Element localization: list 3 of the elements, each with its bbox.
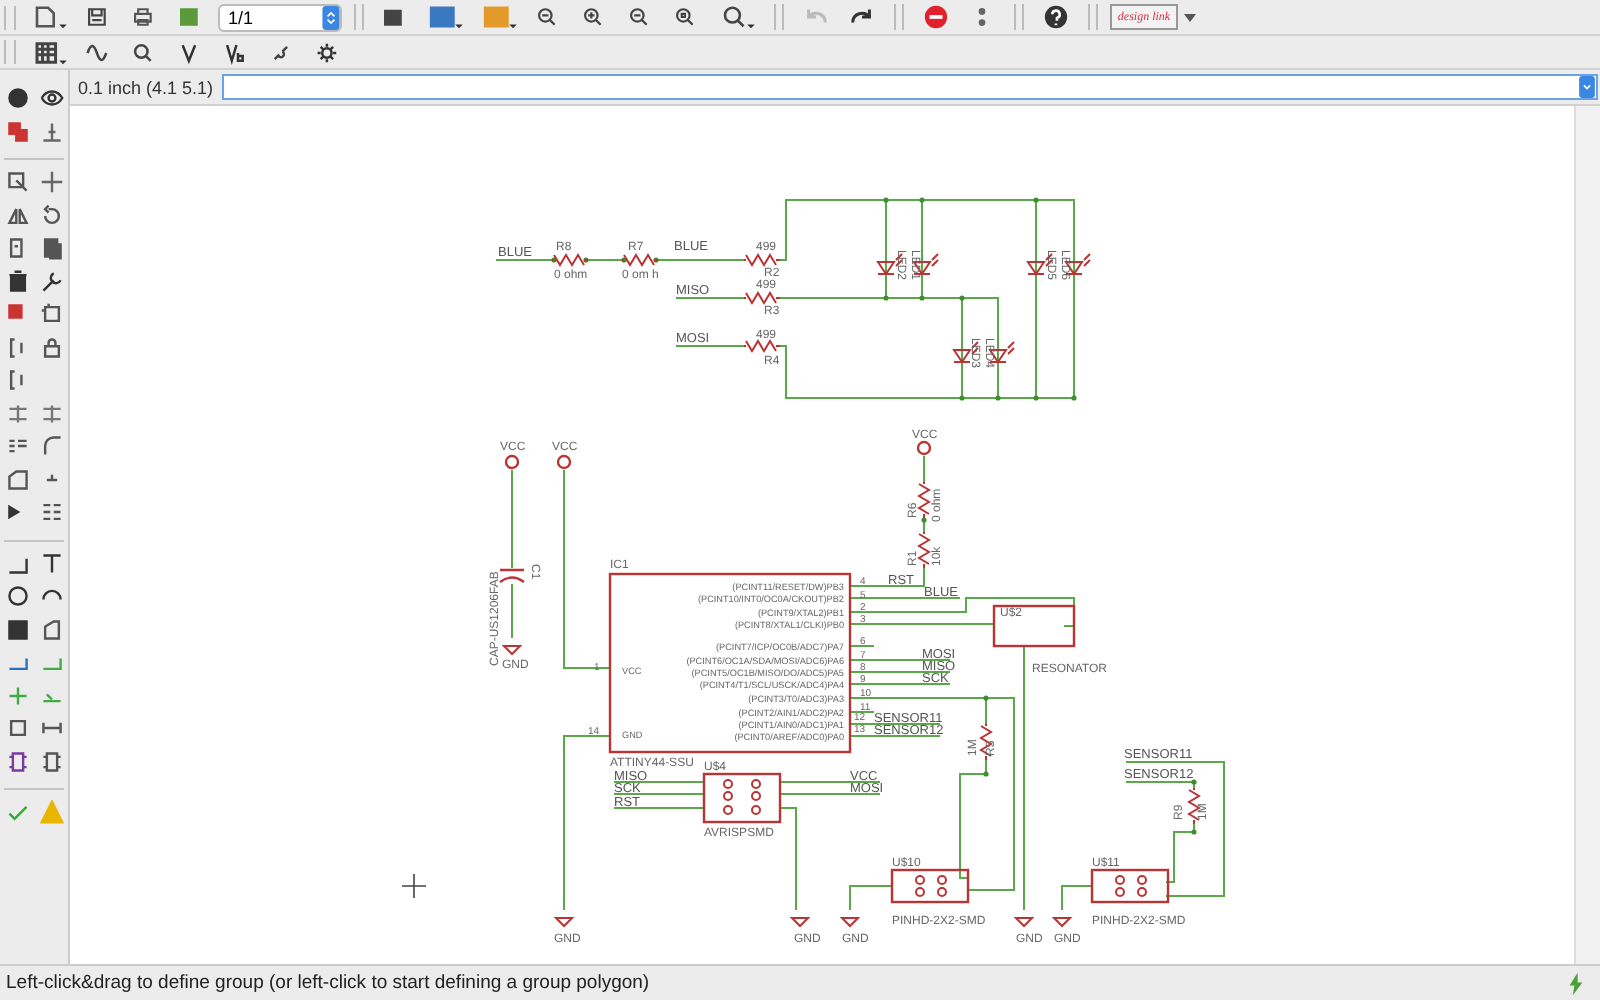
grid-readout: 0.1 inch (4.1 5.1) bbox=[76, 77, 210, 97]
page-selector[interactable]: 1/1 bbox=[218, 3, 342, 31]
status-message: Left-click&drag to define group (or left-click to start defining a group polygon) bbox=[6, 972, 650, 994]
